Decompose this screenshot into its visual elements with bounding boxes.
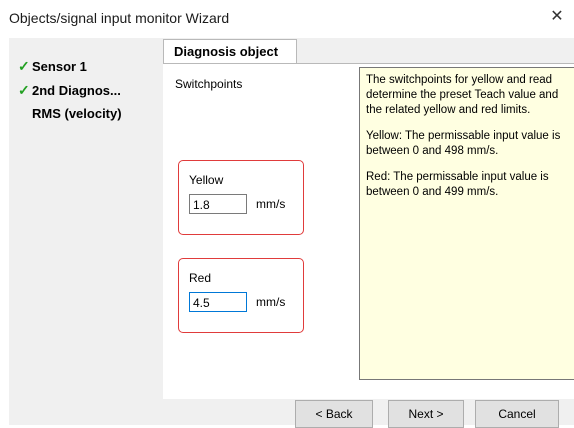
red-label: Red: [189, 271, 212, 285]
content-area: Diagnosis object Switchpoints Yellow 1.8…: [157, 38, 574, 428]
nav-item-label: RMS (velocity): [32, 106, 122, 121]
checkmark-icon: ✓: [18, 58, 30, 74]
info-box: The switchpoints for yellow and read det…: [359, 67, 574, 380]
tab-panel: Switchpoints Yellow 1.8 mm/s Red 4.5 mm/…: [163, 63, 574, 399]
nav-item-2nd-diagnosis[interactable]: ✓ 2nd Diagnos...: [18, 82, 121, 99]
tab-diagnosis-object[interactable]: Diagnosis object: [163, 39, 297, 64]
info-paragraph: Red: The permissable input value is betw…: [366, 171, 549, 198]
info-paragraph: The switchpoints for yellow and read det…: [366, 74, 559, 116]
nav-item-label: Sensor 1: [32, 59, 87, 74]
red-group: Red 4.5 mm/s: [178, 258, 304, 333]
title-bar: Objects/signal input monitor Wizard ✕: [0, 0, 574, 38]
yellow-unit: mm/s: [256, 197, 286, 211]
wizard-step-nav: ✓ Sensor 1 ✓ 2nd Diagnos... RMS (velocit…: [9, 38, 157, 425]
info-paragraph: Yellow: The permissable input value is b…: [366, 130, 561, 157]
red-input[interactable]: 4.5: [189, 292, 247, 312]
checkmark-icon: ✓: [18, 82, 30, 98]
nav-item-label: 2nd Diagnos...: [32, 83, 121, 98]
cancel-button[interactable]: Cancel: [475, 400, 559, 428]
yellow-group: Yellow 1.8 mm/s: [178, 160, 304, 235]
window-title: Objects/signal input monitor Wizard: [9, 10, 230, 26]
yellow-label: Yellow: [189, 173, 224, 187]
nav-item-rms-velocity[interactable]: RMS (velocity): [18, 106, 122, 121]
wizard-body: ✓ Sensor 1 ✓ 2nd Diagnos... RMS (velocit…: [9, 38, 574, 428]
red-unit: mm/s: [256, 295, 286, 309]
next-button[interactable]: Next >: [388, 400, 464, 428]
close-icon[interactable]: ✕: [548, 8, 566, 26]
switchpoints-label: Switchpoints: [175, 77, 243, 91]
yellow-input[interactable]: 1.8: [189, 194, 247, 214]
back-button[interactable]: < Back: [295, 400, 373, 428]
nav-item-sensor-1[interactable]: ✓ Sensor 1: [18, 58, 87, 75]
